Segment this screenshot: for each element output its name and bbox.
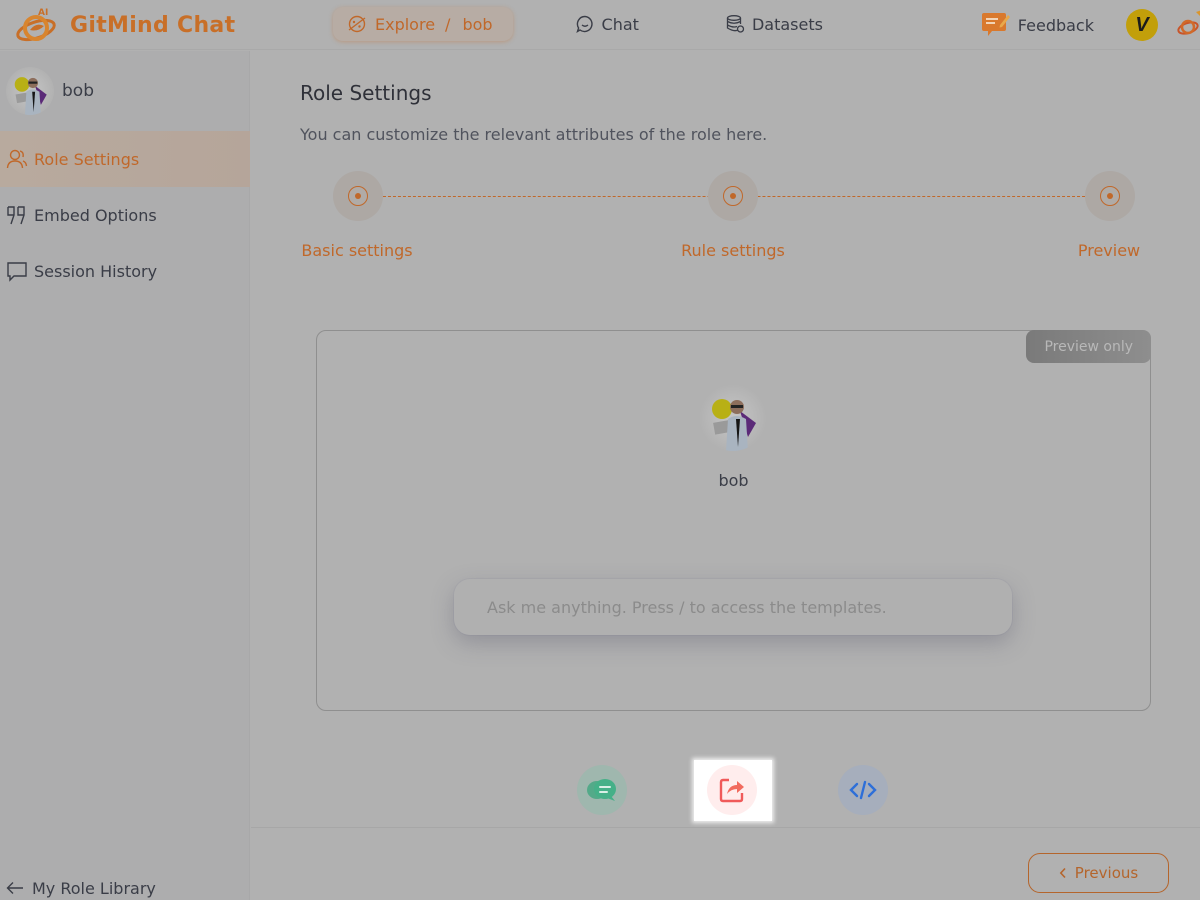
stepper: Basic settings Rule settings Preview (251, 171, 1200, 271)
database-icon (726, 15, 745, 33)
sidebar-item-label: Session History (34, 261, 158, 281)
share-actions (251, 760, 1200, 828)
preview-panel: Preview only bob (316, 330, 1151, 711)
sidebar-item-session-history[interactable]: Session History (0, 243, 250, 299)
page-title: Role Settings (300, 81, 432, 105)
sidebar-item-embed-options[interactable]: Embed Options (0, 187, 250, 243)
preview-avatar (700, 385, 766, 451)
step-indicator-icon (723, 186, 743, 206)
step-basic-settings[interactable] (333, 171, 383, 221)
role-header: bob (6, 67, 94, 115)
my-role-library-link[interactable]: My Role Library (6, 876, 156, 900)
sidebar: bob Role Settings Embed Options Session … (0, 51, 250, 900)
step-indicator-icon (348, 186, 368, 206)
chat-bubbles-icon (587, 779, 616, 801)
svg-text:AI: AI (38, 8, 48, 18)
quote-icon (7, 206, 25, 225)
share-link-button[interactable] (707, 765, 757, 815)
footer-divider (251, 827, 1200, 828)
role-avatar (6, 67, 54, 115)
person-avatar-icon (14, 77, 47, 115)
step-indicator-icon (1100, 186, 1120, 206)
top-bar: AI GitMind Chat Explore / bob Chat Datas… (0, 0, 1200, 50)
nav-chat-label: Chat (601, 14, 639, 34)
chat-bubble-icon (7, 262, 27, 282)
role-name: bob (62, 81, 94, 101)
nav-datasets-label: Datasets (751, 14, 823, 34)
feedback-label: Feedback (1017, 15, 1094, 35)
top-right: Feedback V (980, 6, 1200, 44)
feedback-button[interactable]: Feedback (980, 11, 1094, 39)
ask-input[interactable] (454, 579, 1012, 635)
top-nav: Explore / bob Chat Datasets (333, 7, 823, 41)
nav-datasets[interactable]: Datasets (725, 14, 823, 34)
preview-only-badge: Preview only (1026, 330, 1151, 363)
preview-role-name: bob (718, 471, 749, 490)
brand-name: GitMind Chat (70, 12, 236, 38)
gitmind-logo-icon: AI (16, 8, 56, 42)
breadcrumb-separator: / (445, 14, 451, 34)
sidebar-item-label: Role Settings (34, 149, 140, 169)
back-label: My Role Library (32, 878, 156, 898)
chat-widget-button[interactable] (577, 765, 627, 815)
step-label[interactable]: Basic settings (301, 241, 412, 260)
previous-button[interactable]: Previous (1028, 853, 1169, 893)
sidebar-menu: Role Settings Embed Options Session Hist… (0, 131, 250, 299)
chevron-left-icon (1059, 867, 1066, 879)
person-avatar-icon (712, 399, 756, 451)
page-subtitle: You can customize the relevant attribute… (300, 125, 768, 144)
user-avatar[interactable]: V (1126, 9, 1158, 41)
step-preview[interactable] (1085, 171, 1135, 221)
planet-icon (348, 15, 366, 33)
step-label[interactable]: Rule settings (681, 241, 785, 260)
step-label[interactable]: Preview (1078, 241, 1140, 260)
gitmind-mini-logo-icon[interactable] (1176, 10, 1200, 40)
nav-explore-label: Explore (375, 14, 436, 34)
users-icon (6, 149, 28, 169)
feedback-icon (981, 13, 1010, 36)
preview-role (700, 385, 766, 451)
chat-icon (575, 15, 593, 34)
sidebar-item-role-settings[interactable]: Role Settings (0, 131, 250, 187)
arrow-left-icon (6, 882, 23, 894)
main-content: Role Settings You can customize the rele… (251, 51, 1200, 900)
step-rule-settings[interactable] (708, 171, 758, 221)
nav-explore[interactable]: Explore / bob (333, 7, 513, 41)
code-icon (849, 780, 877, 800)
nav-explore-current: bob (462, 14, 493, 34)
embed-code-button[interactable] (838, 765, 888, 815)
nav-chat[interactable]: Chat (575, 14, 639, 34)
share-icon (719, 778, 744, 803)
previous-label: Previous (1074, 864, 1139, 882)
sidebar-item-label: Embed Options (34, 205, 157, 225)
brand[interactable]: AI GitMind Chat (14, 6, 235, 44)
